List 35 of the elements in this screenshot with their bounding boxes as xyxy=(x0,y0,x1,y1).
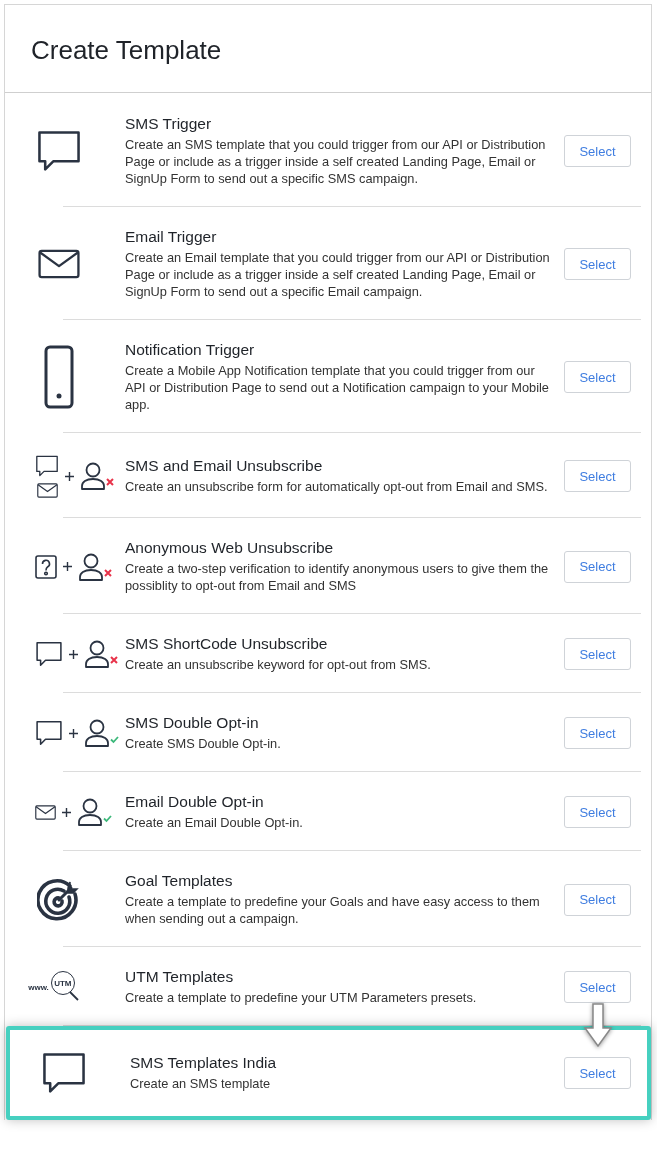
template-description: Create an unsubscribe keyword for opt-out from SMS. xyxy=(125,656,432,673)
select-button[interactable]: Select xyxy=(564,361,631,393)
template-title: SMS Templates India xyxy=(130,1054,278,1072)
template-title: Email Trigger xyxy=(125,228,218,246)
template-description: Create an SMS template that you could trigger from our API or Distribution Page or include as a trigger inside a self created Landing Page, Email or SignUp Form to send out a specific SMS campaign. xyxy=(125,136,547,187)
template-title: Goal Templates xyxy=(125,872,234,890)
template-description: Create an Email template that you could trigger from our API or Distribution Page or include as a trigger inside a self created Landing Page, Email or SignUp Form to send out a specific Email campaign. xyxy=(125,249,551,300)
template-title: SMS ShortCode Unsubscribe xyxy=(125,635,329,653)
select-button[interactable]: Select xyxy=(564,550,631,583)
template-title: Email Double Opt-in xyxy=(125,793,265,811)
template-title: Notification Trigger xyxy=(125,341,256,359)
template-description: Create SMS Double Opt-in. xyxy=(125,735,282,752)
template-title: SMS and Email Unsubscribe xyxy=(125,457,324,475)
select-button[interactable]: Select xyxy=(564,717,631,749)
select-button[interactable]: Select xyxy=(564,883,631,916)
template-title: SMS Double Opt-in xyxy=(125,714,260,732)
template-description: Create an unsubscribe form for automatically opt-out from Email and SMS. xyxy=(125,478,549,495)
dialog-title: Create Template xyxy=(5,5,651,93)
select-button[interactable]: Select xyxy=(564,638,631,670)
template-description: Create an Email Double Opt-in. xyxy=(125,814,304,831)
template-title: SMS Trigger xyxy=(125,115,213,133)
www-label: www. xyxy=(28,982,49,992)
select-button[interactable]: Select xyxy=(564,971,631,1003)
template-title: UTM Templates xyxy=(125,968,235,986)
template-description: Create a template to predefine your Goals and have easy access to them when sending out a campaign. xyxy=(125,893,541,927)
template-title: Anonymous Web Unsubscribe xyxy=(125,539,335,557)
select-button[interactable]: Select xyxy=(564,135,631,167)
select-button[interactable]: Select xyxy=(564,1057,631,1089)
template-description: Create a two-step verification to identify anonymous users to give them the possiblity to opt-out from Email and SMS xyxy=(125,560,550,594)
select-button[interactable]: Select xyxy=(564,460,631,492)
template-description: Create a Mobile App Notification template that you could trigger from our API or Distribution Page to send out a Notification campaign to your Mobile app. xyxy=(125,362,550,413)
template-description: Create a template to predefine your UTM Parameters presets. xyxy=(125,989,478,1006)
select-button[interactable]: Select xyxy=(564,248,631,280)
template-description: Create an SMS template xyxy=(130,1075,272,1092)
select-button[interactable]: Select xyxy=(564,796,631,828)
